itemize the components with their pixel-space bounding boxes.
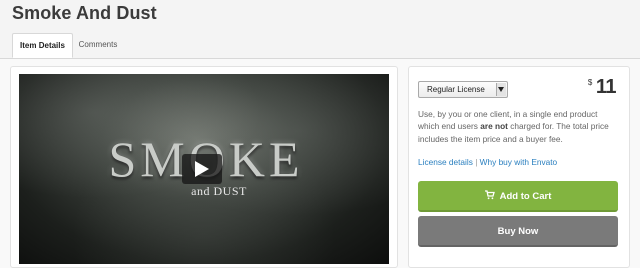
license-select[interactable]: Regular License — [418, 81, 508, 98]
license-description-bold: are not — [480, 121, 508, 132]
play-button[interactable] — [182, 154, 222, 184]
price: $ 11 — [588, 76, 617, 99]
license-description: Use, by you or one client, in a single e… — [418, 108, 616, 145]
tab-comments[interactable]: Comments — [75, 33, 121, 58]
add-to-cart-button[interactable]: Add to Cart — [418, 181, 618, 212]
page-header: Smoke And Dust Item Details Comments — [0, 0, 640, 58]
buy-now-button[interactable]: Buy Now — [418, 216, 618, 247]
cart-icon — [484, 190, 495, 200]
page-title: Smoke And Dust — [12, 3, 157, 23]
tab-item-details[interactable]: Item Details — [12, 33, 73, 58]
why-buy-envato-link[interactable]: Why buy with Envato — [480, 157, 557, 167]
price-value: 11 — [595, 76, 617, 98]
license-select-value: Regular License — [427, 85, 485, 94]
link-separator: | — [475, 157, 478, 167]
video-title-sub: and DUST — [191, 184, 247, 198]
license-links: License details | Why buy with Envato — [418, 157, 557, 167]
buy-now-label: Buy Now — [497, 226, 539, 237]
play-icon — [195, 161, 209, 177]
price-currency: $ — [587, 78, 593, 87]
chevron-down-icon — [496, 83, 506, 96]
video-preview[interactable]: SMOKE and DUST — [19, 74, 389, 264]
add-to-cart-label: Add to Cart — [499, 191, 552, 202]
license-details-link[interactable]: License details — [418, 157, 473, 167]
